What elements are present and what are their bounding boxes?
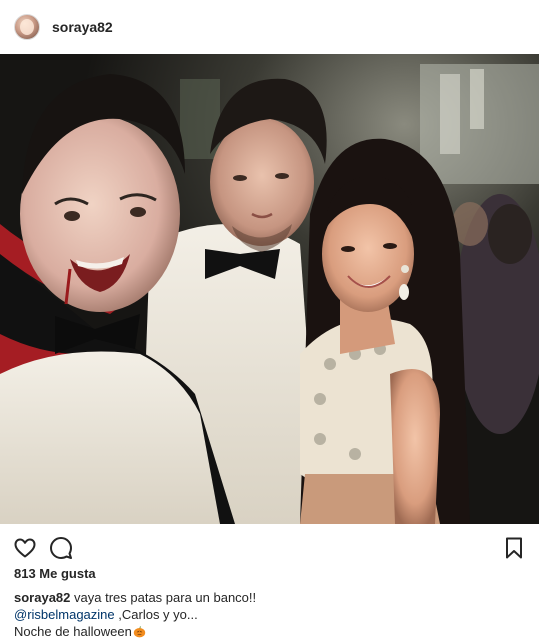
bookmark-icon[interactable] — [502, 536, 526, 560]
caption-line-2: @risbelmagazine ,Carlos y yo... — [14, 606, 524, 623]
action-bar — [0, 524, 539, 568]
author-username[interactable]: soraya82 — [52, 19, 113, 35]
caption-mention[interactable]: @risbelmagazine — [14, 607, 115, 622]
likes-count[interactable]: 813 Me gusta — [14, 566, 96, 581]
caption-line-1: soraya82 vaya tres patas para un banco!! — [14, 589, 524, 606]
comment-icon[interactable] — [49, 536, 73, 560]
selfie-image — [0, 54, 539, 524]
post-photo[interactable] — [0, 54, 539, 524]
caption-text-1: vaya tres patas para un banco!! — [74, 590, 257, 605]
caption-text-2: ,Carlos y yo... — [118, 607, 198, 622]
post-caption: soraya82 vaya tres patas para un banco!!… — [14, 589, 524, 640]
pumpkin-emoji — [133, 626, 145, 638]
caption-text-3: Noche de halloween — [14, 624, 132, 639]
caption-line-3: Noche de halloween — [14, 623, 524, 640]
caption-username[interactable]: soraya82 — [14, 590, 70, 605]
heart-icon[interactable] — [13, 536, 37, 560]
post-header: soraya82 — [0, 0, 539, 54]
author-avatar[interactable] — [14, 14, 40, 40]
